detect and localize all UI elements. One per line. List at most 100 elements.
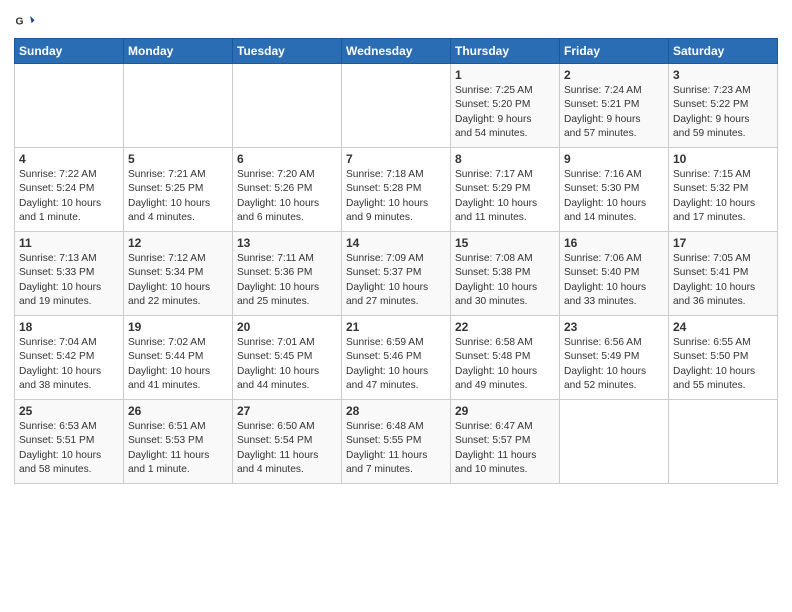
day-header-friday: Friday <box>560 39 669 64</box>
calendar-cell: 20 Sunrise: 7:01 AM Sunset: 5:45 PM Dayli… <box>233 316 342 400</box>
day-number: 20 <box>237 320 337 334</box>
calendar-cell: 19 Sunrise: 7:02 AM Sunset: 5:44 PM Dayli… <box>124 316 233 400</box>
day-header-saturday: Saturday <box>669 39 778 64</box>
calendar-cell <box>669 400 778 484</box>
day-info: Sunrise: 7:01 AM Sunset: 5:45 PM Dayligh… <box>237 336 337 393</box>
day-number: 6 <box>237 152 337 166</box>
calendar-cell: 16 Sunrise: 7:06 AM Sunset: 5:40 PM Dayli… <box>560 232 669 316</box>
calendar-cell <box>124 64 233 148</box>
calendar-cell: 23 Sunrise: 6:56 AM Sunset: 5:49 PM Dayli… <box>560 316 669 400</box>
calendar-header-row: SundayMondayTuesdayWednesdayThursdayFrid… <box>15 39 778 64</box>
day-info: Sunrise: 6:47 AM Sunset: 5:57 PM Dayligh… <box>455 420 555 477</box>
day-number: 15 <box>455 236 555 250</box>
calendar-cell: 11Sunrise: 7:13 AM Sunset: 5:33 PM Dayli… <box>15 232 124 316</box>
day-info: Sunrise: 7:17 AM Sunset: 5:29 PM Dayligh… <box>455 168 555 225</box>
day-info: Sunrise: 7:16 AM Sunset: 5:30 PM Dayligh… <box>564 168 664 225</box>
day-info: Sunrise: 6:59 AM Sunset: 5:46 PM Dayligh… <box>346 336 446 393</box>
day-number: 9 <box>564 152 664 166</box>
day-number: 18 <box>19 320 119 334</box>
day-info: Sunrise: 7:05 AM Sunset: 5:41 PM Dayligh… <box>673 252 773 309</box>
logo: G <box>14 10 40 32</box>
day-number: 23 <box>564 320 664 334</box>
day-info: Sunrise: 6:48 AM Sunset: 5:55 PM Dayligh… <box>346 420 446 477</box>
calendar-cell: 29 Sunrise: 6:47 AM Sunset: 5:57 PM Dayli… <box>451 400 560 484</box>
day-number: 8 <box>455 152 555 166</box>
calendar-cell: 10 Sunrise: 7:15 AM Sunset: 5:32 PM Dayli… <box>669 148 778 232</box>
calendar-cell <box>342 64 451 148</box>
day-info: Sunrise: 7:23 AM Sunset: 5:22 PM Dayligh… <box>673 84 773 141</box>
calendar-cell: 27 Sunrise: 6:50 AM Sunset: 5:54 PM Dayli… <box>233 400 342 484</box>
day-number: 11 <box>19 236 119 250</box>
day-number: 3 <box>673 68 773 82</box>
day-number: 13 <box>237 236 337 250</box>
day-info: Sunrise: 7:11 AM Sunset: 5:36 PM Dayligh… <box>237 252 337 309</box>
day-info: Sunrise: 7:15 AM Sunset: 5:32 PM Dayligh… <box>673 168 773 225</box>
week-row-0: 1 Sunrise: 7:25 AM Sunset: 5:20 PM Daylig… <box>15 64 778 148</box>
calendar-cell: 24 Sunrise: 6:55 AM Sunset: 5:50 PM Dayli… <box>669 316 778 400</box>
week-row-3: 18 Sunrise: 7:04 AM Sunset: 5:42 PM Dayli… <box>15 316 778 400</box>
day-info: Sunrise: 7:04 AM Sunset: 5:42 PM Dayligh… <box>19 336 119 393</box>
week-row-2: 11Sunrise: 7:13 AM Sunset: 5:33 PM Dayli… <box>15 232 778 316</box>
logo-icon: G <box>14 10 36 32</box>
day-info: Sunrise: 6:53 AM Sunset: 5:51 PM Dayligh… <box>19 420 119 477</box>
calendar-cell: 9 Sunrise: 7:16 AM Sunset: 5:30 PM Daylig… <box>560 148 669 232</box>
calendar-cell <box>560 400 669 484</box>
day-number: 7 <box>346 152 446 166</box>
week-row-1: 4Sunrise: 7:22 AM Sunset: 5:24 PM Daylig… <box>15 148 778 232</box>
svg-text:G: G <box>15 17 23 28</box>
day-number: 16 <box>564 236 664 250</box>
calendar-cell: 14 Sunrise: 7:09 AM Sunset: 5:37 PM Dayli… <box>342 232 451 316</box>
day-number: 2 <box>564 68 664 82</box>
day-info: Sunrise: 7:21 AM Sunset: 5:25 PM Dayligh… <box>128 168 228 225</box>
calendar-cell: 12Sunrise: 7:12 AM Sunset: 5:34 PM Dayli… <box>124 232 233 316</box>
day-header-tuesday: Tuesday <box>233 39 342 64</box>
calendar-cell: 2 Sunrise: 7:24 AM Sunset: 5:21 PM Daylig… <box>560 64 669 148</box>
day-header-thursday: Thursday <box>451 39 560 64</box>
day-number: 21 <box>346 320 446 334</box>
day-info: Sunrise: 6:58 AM Sunset: 5:48 PM Dayligh… <box>455 336 555 393</box>
day-info: Sunrise: 6:55 AM Sunset: 5:50 PM Dayligh… <box>673 336 773 393</box>
day-number: 1 <box>455 68 555 82</box>
day-number: 29 <box>455 404 555 418</box>
day-number: 10 <box>673 152 773 166</box>
calendar-cell: 25 Sunrise: 6:53 AM Sunset: 5:51 PM Dayli… <box>15 400 124 484</box>
day-number: 24 <box>673 320 773 334</box>
day-header-wednesday: Wednesday <box>342 39 451 64</box>
day-info: Sunrise: 7:02 AM Sunset: 5:44 PM Dayligh… <box>128 336 228 393</box>
day-number: 22 <box>455 320 555 334</box>
day-info: Sunrise: 7:08 AM Sunset: 5:38 PM Dayligh… <box>455 252 555 309</box>
calendar-cell: 6 Sunrise: 7:20 AM Sunset: 5:26 PM Daylig… <box>233 148 342 232</box>
day-number: 28 <box>346 404 446 418</box>
calendar-cell <box>15 64 124 148</box>
day-info: Sunrise: 6:50 AM Sunset: 5:54 PM Dayligh… <box>237 420 337 477</box>
page-container: G SundayMondayTuesdayWednesdayThursdayFr… <box>0 0 792 492</box>
day-number: 25 <box>19 404 119 418</box>
calendar-cell: 22 Sunrise: 6:58 AM Sunset: 5:48 PM Dayli… <box>451 316 560 400</box>
week-row-4: 25 Sunrise: 6:53 AM Sunset: 5:51 PM Dayli… <box>15 400 778 484</box>
day-number: 19 <box>128 320 228 334</box>
day-info: Sunrise: 6:56 AM Sunset: 5:49 PM Dayligh… <box>564 336 664 393</box>
day-header-monday: Monday <box>124 39 233 64</box>
calendar-cell: 18 Sunrise: 7:04 AM Sunset: 5:42 PM Dayli… <box>15 316 124 400</box>
day-info: Sunrise: 6:51 AM Sunset: 5:53 PM Dayligh… <box>128 420 228 477</box>
day-info: Sunrise: 7:09 AM Sunset: 5:37 PM Dayligh… <box>346 252 446 309</box>
day-info: Sunrise: 7:24 AM Sunset: 5:21 PM Dayligh… <box>564 84 664 141</box>
day-info: Sunrise: 7:06 AM Sunset: 5:40 PM Dayligh… <box>564 252 664 309</box>
calendar-cell: 1 Sunrise: 7:25 AM Sunset: 5:20 PM Daylig… <box>451 64 560 148</box>
calendar-cell: 28 Sunrise: 6:48 AM Sunset: 5:55 PM Dayli… <box>342 400 451 484</box>
calendar-cell: 5Sunrise: 7:21 AM Sunset: 5:25 PM Daylig… <box>124 148 233 232</box>
day-number: 14 <box>346 236 446 250</box>
day-number: 12 <box>128 236 228 250</box>
day-info: Sunrise: 7:18 AM Sunset: 5:28 PM Dayligh… <box>346 168 446 225</box>
calendar-cell <box>233 64 342 148</box>
calendar-table: SundayMondayTuesdayWednesdayThursdayFrid… <box>14 38 778 484</box>
day-number: 27 <box>237 404 337 418</box>
day-info: Sunrise: 7:22 AM Sunset: 5:24 PM Dayligh… <box>19 168 119 225</box>
day-info: Sunrise: 7:20 AM Sunset: 5:26 PM Dayligh… <box>237 168 337 225</box>
calendar-cell: 3 Sunrise: 7:23 AM Sunset: 5:22 PM Daylig… <box>669 64 778 148</box>
calendar-cell: 4Sunrise: 7:22 AM Sunset: 5:24 PM Daylig… <box>15 148 124 232</box>
day-header-sunday: Sunday <box>15 39 124 64</box>
calendar-cell: 15 Sunrise: 7:08 AM Sunset: 5:38 PM Dayli… <box>451 232 560 316</box>
calendar-cell: 8 Sunrise: 7:17 AM Sunset: 5:29 PM Daylig… <box>451 148 560 232</box>
day-info: Sunrise: 7:25 AM Sunset: 5:20 PM Dayligh… <box>455 84 555 141</box>
